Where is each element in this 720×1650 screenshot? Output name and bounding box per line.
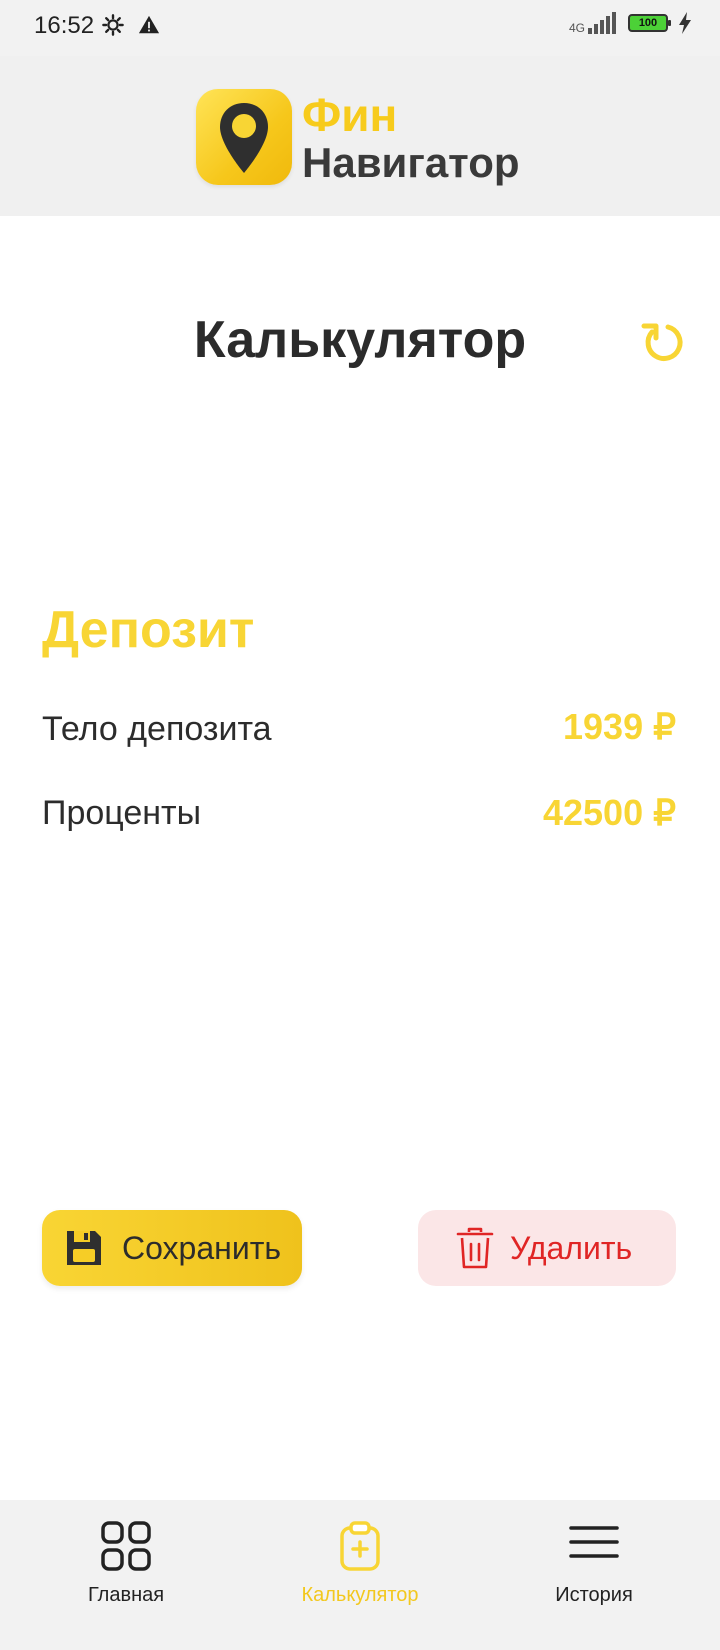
logo-text-line1: Фин (302, 89, 398, 141)
network-label: 4G (568, 21, 585, 35)
nav-label-calculator: Калькулятор (301, 1584, 419, 1606)
interest-label: Проценты (42, 794, 202, 832)
battery-icon: 100 (628, 14, 671, 32)
status-right: 4G 100 (569, 12, 692, 34)
nav-item-home[interactable]: Главная (26, 1520, 226, 1607)
signal-group: 4G (569, 12, 618, 34)
warning-icon (138, 15, 160, 34)
status-bar: 16:52 4G 100 (0, 0, 720, 56)
nav-item-history[interactable]: История (494, 1520, 694, 1607)
app-header: Фин Навигатор (0, 56, 720, 216)
clipboard-plus-icon (340, 1521, 380, 1571)
save-button[interactable]: Сохранить (42, 1210, 302, 1286)
nav-label-history: История (555, 1584, 633, 1606)
page-title: Калькулятор (193, 311, 527, 369)
grid-icon (101, 1521, 151, 1571)
refresh-button[interactable] (638, 318, 686, 366)
signal-icon (588, 12, 616, 34)
delete-button[interactable]: Удалить (418, 1210, 676, 1286)
delete-button-label: Удалить (510, 1229, 633, 1266)
logo-map-pin-icon (196, 89, 292, 185)
save-floppy-icon (67, 1231, 101, 1265)
charging-icon (679, 12, 691, 34)
nav-label-home: Главная (87, 1584, 165, 1606)
save-button-label: Сохранить (122, 1229, 282, 1266)
interest-value: 42500 ₽ (542, 792, 676, 833)
deposit-body-value: 1939 ₽ (563, 706, 676, 747)
bottom-nav: Главная Калькулятор История (0, 1500, 720, 1650)
menu-icon (569, 1526, 619, 1558)
nav-item-calculator[interactable]: Калькулятор (260, 1520, 460, 1607)
battery-level: 100 (638, 17, 658, 29)
status-time: 16:52 (34, 12, 95, 39)
deposit-title: Депозит (42, 601, 255, 659)
settings-gear-icon (102, 14, 124, 36)
trash-icon (456, 1227, 494, 1269)
refresh-icon (641, 323, 683, 361)
deposit-body-label: Тело депозита (42, 710, 272, 748)
status-left-icons (102, 14, 160, 36)
logo-text-line2: Навигатор (302, 139, 520, 186)
